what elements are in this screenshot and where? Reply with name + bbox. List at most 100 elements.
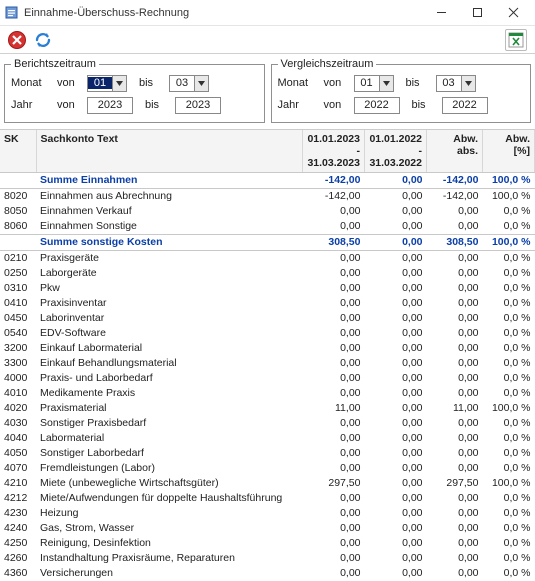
- cell-p1: 0,00: [303, 326, 365, 341]
- to-label: bis: [412, 99, 442, 111]
- cell-p2: 0,00: [365, 416, 427, 431]
- table-row[interactable]: 0540EDV-Software0,000,000,000,0 %: [0, 326, 535, 341]
- cell-abs: 0,00: [427, 204, 483, 219]
- table-row[interactable]: 4260Instandhaltung Praxisräume, Reparatu…: [0, 551, 535, 566]
- year-label: Jahr: [278, 99, 324, 111]
- cell-p1: 0,00: [303, 341, 365, 356]
- report-month-from-select[interactable]: 01: [87, 75, 127, 92]
- table-row[interactable]: 3200Einkauf Labormaterial0,000,000,000,0…: [0, 341, 535, 356]
- cell-p2: 0,00: [365, 219, 427, 235]
- cancel-icon[interactable]: [6, 29, 28, 51]
- excel-export-icon[interactable]: [505, 29, 527, 51]
- maximize-button[interactable]: [459, 1, 495, 25]
- table-row[interactable]: 0210Praxisgeräte0,000,000,000,0 %: [0, 251, 535, 267]
- cell-pct: 0,0 %: [483, 491, 535, 506]
- table-row[interactable]: 4230Heizung0,000,000,000,0 %: [0, 506, 535, 521]
- window-title: Einnahme-Überschuss-Rechnung: [24, 7, 189, 19]
- to-label: bis: [139, 77, 169, 89]
- compare-month-from-select[interactable]: 01: [354, 75, 394, 92]
- cell-sk: 4050: [0, 446, 36, 461]
- selected-value: 03: [437, 77, 461, 89]
- cell-sk: 0210: [0, 251, 36, 267]
- table-row[interactable]: 0310Pkw0,000,000,000,0 %: [0, 281, 535, 296]
- cell-abs: 0,00: [427, 506, 483, 521]
- cell-p2: 0,00: [365, 189, 427, 205]
- cell-name: Summe Einnahmen: [36, 173, 303, 189]
- report-period-group: Berichtszeitraum Monat von 01 bis 03 Jah…: [4, 58, 265, 123]
- table-row[interactable]: 4210Miete (unbewegliche Wirtschaftsgüter…: [0, 476, 535, 491]
- table-row[interactable]: 4000Praxis- und Laborbedarf0,000,000,000…: [0, 371, 535, 386]
- table-group-row[interactable]: Summe Einnahmen-142,000,00-142,00100,0 %: [0, 173, 535, 189]
- cell-sk: 4250: [0, 536, 36, 551]
- chevron-down-icon: [461, 76, 475, 91]
- cell-p1: 0,00: [303, 219, 365, 235]
- table-header-row: SK Sachkonto Text 01.01.2023 - 31.03.202…: [0, 130, 535, 173]
- table-row[interactable]: 4250Reinigung, Desinfektion0,000,000,000…: [0, 536, 535, 551]
- cell-p2: 0,00: [365, 431, 427, 446]
- toolbar: [0, 26, 535, 54]
- col-sk[interactable]: SK: [0, 130, 36, 173]
- col-pct[interactable]: Abw. [%]: [483, 130, 535, 173]
- minimize-button[interactable]: [423, 1, 459, 25]
- cell-pct: 0,0 %: [483, 326, 535, 341]
- table-row[interactable]: 4070Fremdleistungen (Labor)0,000,000,000…: [0, 461, 535, 476]
- cell-pct: 0,0 %: [483, 536, 535, 551]
- close-button[interactable]: [495, 1, 531, 25]
- cell-name: Praxis- und Laborbedarf: [36, 371, 303, 386]
- table-row[interactable]: 0410Praxisinventar0,000,000,000,0 %: [0, 296, 535, 311]
- cell-pct: 0,0 %: [483, 341, 535, 356]
- year-label: Jahr: [11, 99, 57, 111]
- cell-name: Instandhaltung Praxisräume, Reparaturen: [36, 551, 303, 566]
- table-group-row[interactable]: Summe sonstige Kosten308,500,00308,50100…: [0, 235, 535, 251]
- table-row[interactable]: 4030Sonstiger Praxisbedarf0,000,000,000,…: [0, 416, 535, 431]
- table-row[interactable]: 4040Labormaterial0,000,000,000,0 %: [0, 431, 535, 446]
- cell-pct: 0,0 %: [483, 431, 535, 446]
- compare-month-to-select[interactable]: 03: [436, 75, 476, 92]
- cell-sk: 0250: [0, 266, 36, 281]
- table-row[interactable]: 4240Gas, Strom, Wasser0,000,000,000,0 %: [0, 521, 535, 536]
- table-row[interactable]: 8060Einnahmen Sonstige0,000,000,000,0 %: [0, 219, 535, 235]
- cell-p1: 0,00: [303, 551, 365, 566]
- data-table: SK Sachkonto Text 01.01.2023 - 31.03.202…: [0, 130, 535, 581]
- table-row[interactable]: 3300Einkauf Behandlungsmaterial0,000,000…: [0, 356, 535, 371]
- cell-p2: 0,00: [365, 521, 427, 536]
- cell-name: Heizung: [36, 506, 303, 521]
- table-row[interactable]: 8050Einnahmen Verkauf0,000,000,000,0 %: [0, 204, 535, 219]
- cell-p1: 0,00: [303, 266, 365, 281]
- from-label: von: [324, 77, 354, 89]
- col-name[interactable]: Sachkonto Text: [36, 130, 303, 173]
- data-table-scroll[interactable]: SK Sachkonto Text 01.01.2023 - 31.03.202…: [0, 129, 535, 581]
- report-year-to-input[interactable]: 2023: [175, 97, 221, 114]
- table-row[interactable]: 0250Laborgeräte0,000,000,000,0 %: [0, 266, 535, 281]
- cell-p2: 0,00: [365, 311, 427, 326]
- cell-pct: 0,0 %: [483, 296, 535, 311]
- cell-pct: 0,0 %: [483, 461, 535, 476]
- report-year-from-input[interactable]: 2023: [87, 97, 133, 114]
- table-row[interactable]: 0450Laborinventar0,000,000,000,0 %: [0, 311, 535, 326]
- col-period2[interactable]: 01.01.2022 - 31.03.2022: [365, 130, 427, 173]
- table-row[interactable]: 4360Versicherungen0,000,000,000,0 %: [0, 566, 535, 581]
- refresh-icon[interactable]: [32, 29, 54, 51]
- cell-sk: 4030: [0, 416, 36, 431]
- cell-p1: 0,00: [303, 251, 365, 267]
- cell-sk: 4240: [0, 521, 36, 536]
- cell-p2: 0,00: [365, 204, 427, 219]
- cell-sk: [0, 173, 36, 189]
- report-month-to-select[interactable]: 03: [169, 75, 209, 92]
- compare-year-to-input[interactable]: 2022: [442, 97, 488, 114]
- cell-pct: 0,0 %: [483, 356, 535, 371]
- cell-p1: 0,00: [303, 281, 365, 296]
- table-row[interactable]: 4212Miete/Aufwendungen für doppelte Haus…: [0, 491, 535, 506]
- table-row[interactable]: 8020Einnahmen aus Abrechnung-142,000,00-…: [0, 189, 535, 205]
- cell-name: EDV-Software: [36, 326, 303, 341]
- compare-year-from-input[interactable]: 2022: [354, 97, 400, 114]
- cell-sk: [0, 235, 36, 251]
- cell-p2: 0,00: [365, 461, 427, 476]
- cell-name: Einnahmen aus Abrechnung: [36, 189, 303, 205]
- col-abs[interactable]: Abw. abs.: [427, 130, 483, 173]
- col-period1[interactable]: 01.01.2023 - 31.03.2023: [303, 130, 365, 173]
- cell-p2: 0,00: [365, 173, 427, 189]
- table-row[interactable]: 4050Sonstiger Laborbedarf0,000,000,000,0…: [0, 446, 535, 461]
- table-row[interactable]: 4010Medikamente Praxis0,000,000,000,0 %: [0, 386, 535, 401]
- table-row[interactable]: 4020Praxismaterial11,000,0011,00100,0 %: [0, 401, 535, 416]
